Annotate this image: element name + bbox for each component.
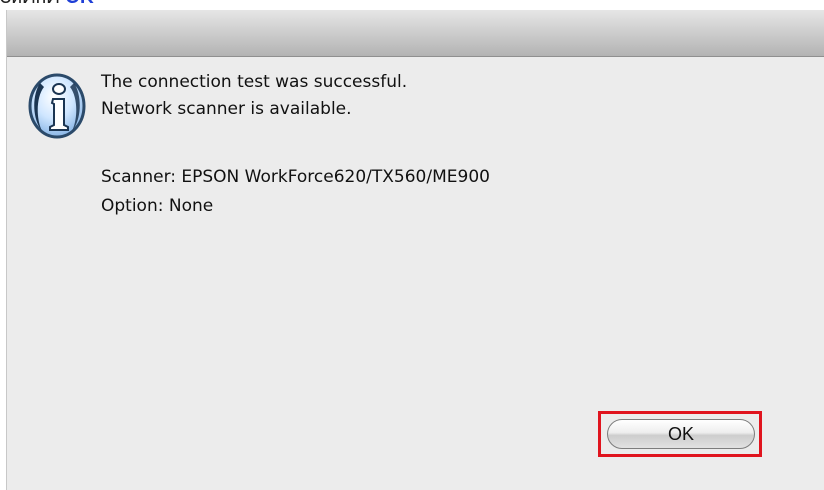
option-info: Option: None [101, 196, 214, 216]
info-icon [28, 73, 86, 139]
caption-prefix: ЗиЙнЙ [0, 0, 60, 8]
scanner-info: Scanner: EPSON WorkForce620/TX560/ME900 [101, 167, 490, 187]
dialog-titlebar[interactable] [7, 10, 824, 57]
instruction-caption: ЗиЙнЙ OK [0, 0, 94, 8]
message-line-2: Network scanner is available. [101, 99, 352, 119]
ok-button[interactable]: OK [607, 419, 755, 449]
caption-ok-link[interactable]: OK [65, 0, 94, 8]
message-line-1: The connection test was successful. [101, 72, 408, 92]
